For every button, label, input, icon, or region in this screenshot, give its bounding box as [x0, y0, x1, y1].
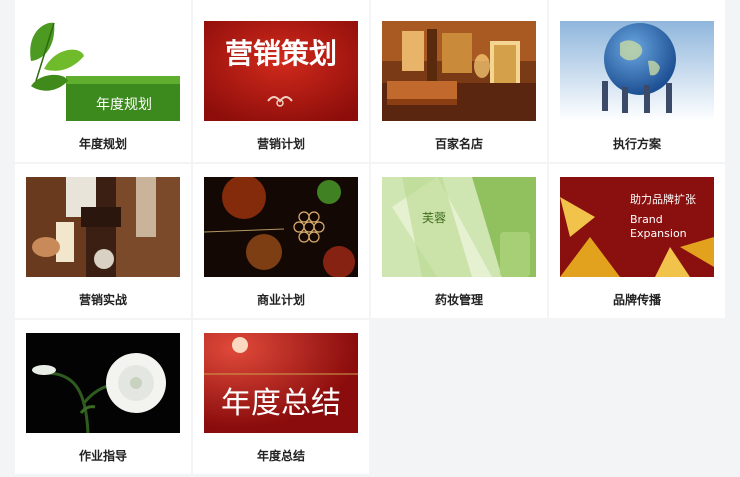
card-brand-communication[interactable]: 助力品牌扩张 Brand Expansion 品牌传播 — [549, 164, 725, 318]
card-caption[interactable]: 药妆管理 — [371, 291, 547, 308]
thumb-text: 年度总结 — [221, 386, 341, 421]
thumbnail-marketing[interactable]: 营销策划 — [204, 21, 358, 121]
strip-cell — [549, 0, 725, 8]
thumbnail-flower[interactable] — [26, 333, 180, 433]
thumb-text: Expansion — [630, 227, 687, 240]
card-work-guidance[interactable]: 作业指导 — [15, 320, 191, 474]
thumb-text: 助力品牌扩张 — [630, 192, 696, 206]
card-caption[interactable]: 商业计划 — [193, 291, 369, 308]
card-caption[interactable]: 年度规划 — [15, 135, 191, 152]
card-caption[interactable]: 执行方案 — [549, 135, 725, 152]
thumb-text: 芙蓉 — [422, 211, 446, 225]
thumbnail-business-people[interactable] — [26, 177, 180, 277]
thumbnail-brand-expansion[interactable]: 助力品牌扩张 Brand Expansion — [560, 177, 714, 277]
thumbnail-spa-room[interactable] — [382, 21, 536, 121]
card-caption[interactable]: 百家名店 — [371, 135, 547, 152]
card-cosmetics-management[interactable]: 芙蓉 药妆管理 — [371, 164, 547, 318]
card-caption[interactable]: 营销计划 — [193, 135, 369, 152]
card-business-plan[interactable]: 商业计划 — [193, 164, 369, 318]
card-caption[interactable]: 年度总结 — [193, 447, 369, 464]
card-marketing-plan[interactable]: 营销策划 营销计划 — [193, 8, 369, 162]
thumbnail-annual-summary[interactable]: 年度总结 — [204, 333, 358, 433]
thumb-text: Brand — [630, 213, 663, 226]
strip-cell — [193, 0, 369, 8]
card-caption[interactable]: 品牌传播 — [549, 291, 725, 308]
thumb-text: 年度规划 — [96, 97, 152, 113]
card-marketing-practice[interactable]: 营销实战 — [15, 164, 191, 318]
card-annual-planning[interactable]: 年度规划 年度规划 — [15, 8, 191, 162]
thumbnail-abstract-lights[interactable] — [204, 177, 358, 277]
thumbnail-cosmetic-tube[interactable]: 芙蓉 — [382, 177, 536, 277]
plan-grid: 年度规划 年度规划 营销策划 营销计划 百家名店 执行方案 营销实战 商业计划 … — [15, 8, 725, 474]
thumbnail-globe[interactable] — [560, 21, 714, 121]
previous-row-strip — [15, 0, 725, 8]
thumb-text: 营销策划 — [225, 37, 337, 70]
card-caption[interactable]: 营销实战 — [15, 291, 191, 308]
card-execution-plan[interactable]: 执行方案 — [549, 8, 725, 162]
thumbnail-leaves[interactable]: 年度规划 — [26, 21, 180, 121]
card-famous-stores[interactable]: 百家名店 — [371, 8, 547, 162]
card-annual-summary[interactable]: 年度总结 年度总结 — [193, 320, 369, 474]
card-caption[interactable]: 作业指导 — [15, 447, 191, 464]
strip-cell — [371, 0, 547, 8]
strip-cell — [15, 0, 191, 8]
